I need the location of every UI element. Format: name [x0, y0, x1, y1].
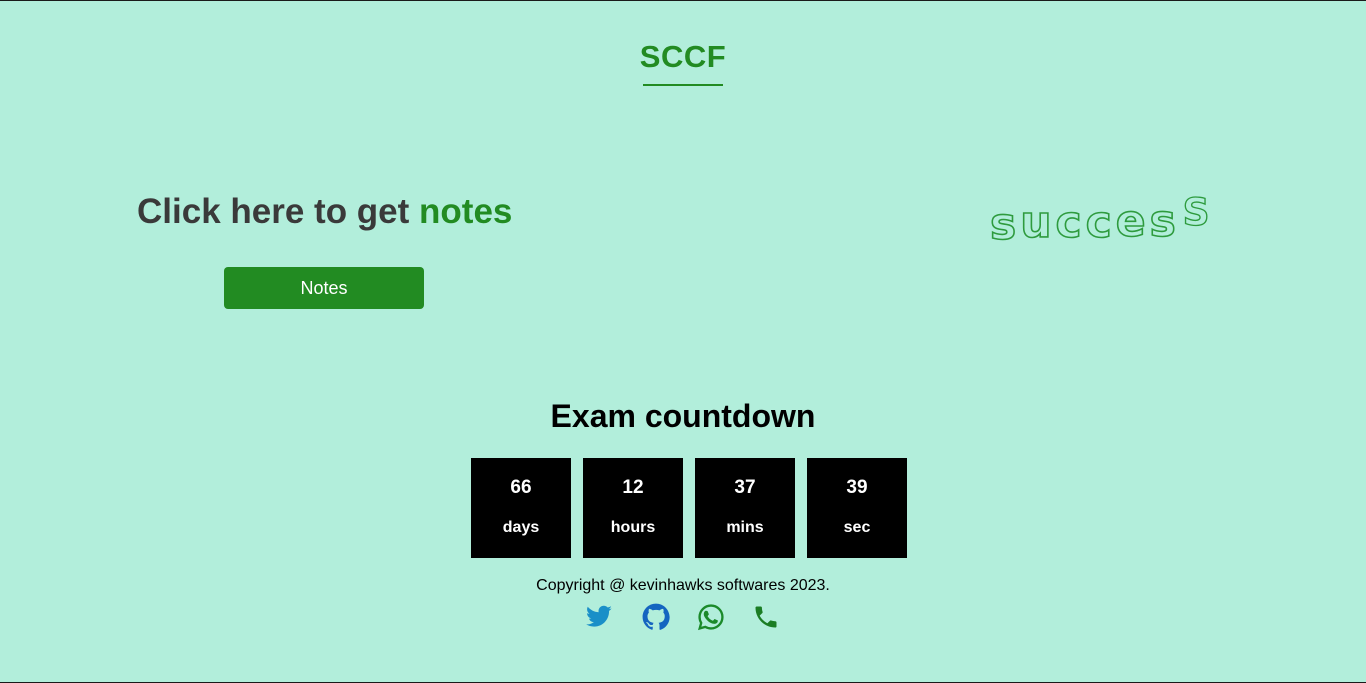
countdown-sec: 39 sec: [807, 458, 907, 558]
copyright-text: Copyright @ kevinhawks softwares 2023.: [536, 577, 830, 594]
countdown-hours: 12 hours: [583, 458, 683, 558]
whatsapp-icon[interactable]: [697, 603, 725, 631]
countdown-unit: mins: [726, 519, 764, 536]
brand-title[interactable]: SCCF: [640, 39, 726, 75]
countdown-days: 66 days: [471, 458, 571, 558]
brand: SCCF: [0, 39, 1366, 75]
countdown-value: 37: [734, 477, 756, 498]
countdown-title: Exam countdown: [550, 398, 816, 434]
success-letter: S: [1182, 190, 1213, 235]
success-decoration: succesS: [989, 190, 1215, 251]
github-icon-graphic: [642, 603, 670, 630]
phone-icon[interactable]: [752, 603, 780, 631]
success-letter: c: [1085, 196, 1116, 249]
success-letter: s: [1149, 195, 1180, 248]
hero-heading: Click here to get notes: [137, 192, 512, 232]
success-letter: c: [1055, 196, 1086, 249]
success-letter: s: [989, 198, 1021, 251]
phone-icon-graphic: [755, 606, 777, 628]
countdown-unit: days: [502, 519, 540, 536]
twitter-icon[interactable]: [585, 603, 613, 631]
success-letter: e: [1115, 195, 1150, 248]
success-letter: u: [1019, 196, 1056, 249]
twitter-icon-graphic: [586, 605, 612, 627]
countdown-value: 66: [510, 477, 532, 498]
notes-button[interactable]: Notes: [224, 267, 424, 309]
countdown-unit: hours: [610, 519, 656, 536]
countdown-value: 39: [846, 477, 868, 498]
countdown-unit: sec: [843, 519, 871, 536]
countdown-value: 12: [622, 477, 644, 498]
countdown-mins: 37 mins: [695, 458, 795, 558]
brand-underline: [643, 84, 723, 86]
whatsapp-icon-graphic: [698, 604, 724, 631]
github-icon[interactable]: [642, 603, 670, 631]
hero-heading-prefix: Click here to get: [137, 192, 420, 231]
hero-heading-accent: notes: [419, 192, 513, 231]
